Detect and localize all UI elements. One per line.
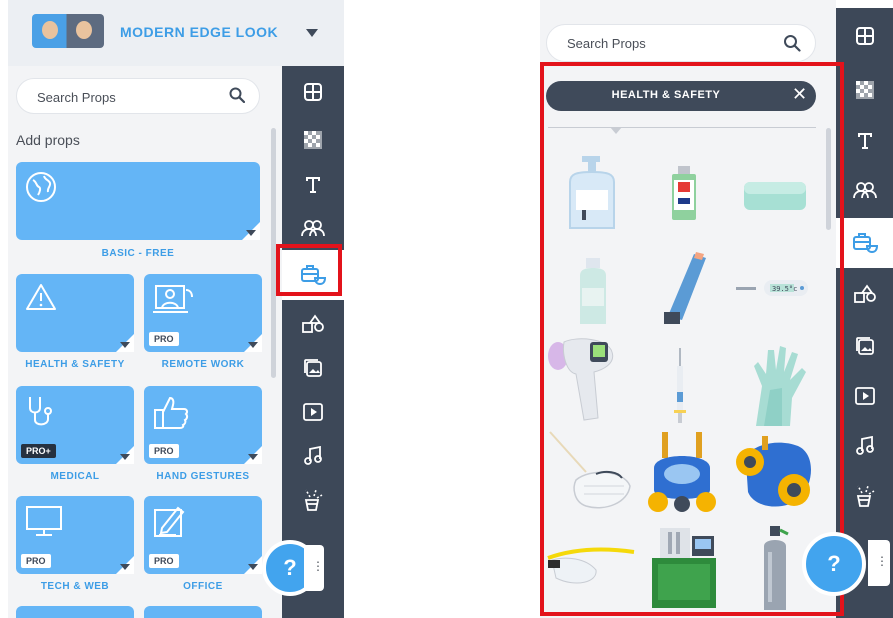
- category-label: OFFICE: [183, 581, 223, 592]
- help-more-tab[interactable]: ⋮: [868, 540, 890, 586]
- video-icon: [303, 403, 323, 421]
- monitor-icon: [26, 506, 62, 536]
- expand-icon[interactable]: [120, 342, 130, 348]
- video-icon: [854, 387, 875, 405]
- category-label: HEALTH & SAFETY: [25, 359, 125, 370]
- shapes-icon: [853, 284, 876, 303]
- sidebar-item-text[interactable]: [282, 162, 344, 206]
- expand-icon[interactable]: [120, 564, 130, 570]
- expand-icon[interactable]: [120, 454, 130, 460]
- search-input[interactable]: Search Props: [546, 24, 816, 62]
- document-pen-icon: [154, 506, 185, 537]
- thumbs-up-icon: [154, 396, 189, 429]
- remote-worker-icon: [153, 285, 193, 313]
- avatar-face: [42, 21, 58, 39]
- stethoscope-icon: [29, 397, 52, 426]
- category-card[interactable]: [144, 606, 262, 618]
- sidebar-item-music[interactable]: [836, 424, 893, 468]
- sidebar-item-images[interactable]: [836, 324, 893, 368]
- warning-icon: [26, 284, 56, 310]
- expand-icon[interactable]: [248, 454, 258, 460]
- sidebar-item-effects[interactable]: [836, 474, 893, 518]
- search-icon[interactable]: [783, 34, 801, 52]
- project-header[interactable]: MODERN EDGE LOOK: [8, 0, 344, 66]
- avatar[interactable]: [32, 14, 104, 48]
- category-card[interactable]: [16, 606, 134, 618]
- sidebar-item-props[interactable]: [836, 218, 893, 268]
- category-card-medical[interactable]: PRO+: [16, 386, 134, 464]
- sidebar-item-background[interactable]: [836, 68, 893, 112]
- highlight-box-props-panel: [540, 62, 844, 616]
- background-icon: [855, 81, 874, 99]
- sidebar-item-background[interactable]: [282, 118, 344, 162]
- pro-plus-badge: PRO+: [21, 444, 56, 458]
- text-icon: [306, 177, 320, 193]
- music-icon: [304, 446, 322, 465]
- sidebar-item-layout[interactable]: [282, 70, 344, 114]
- category-label: BASIC - FREE: [101, 248, 175, 259]
- props-icon: [852, 233, 878, 254]
- sidebar-item-video[interactable]: [282, 390, 344, 434]
- sidebar-item-layout[interactable]: [836, 14, 893, 58]
- category-label: REMOTE WORK: [161, 359, 245, 370]
- sidebar-item-video[interactable]: [836, 374, 893, 418]
- text-icon: [857, 133, 872, 149]
- help-more-tab[interactable]: ⋮: [304, 545, 324, 591]
- highlight-box-props-tool: [276, 244, 342, 296]
- music-icon: [855, 436, 874, 455]
- layout-icon: [304, 83, 322, 101]
- left-panel: MODERN EDGE LOOK Search Props Add props …: [8, 0, 344, 618]
- category-label: MEDICAL: [50, 471, 100, 482]
- chevron-down-icon[interactable]: [306, 29, 318, 37]
- tool-sidebar: [282, 66, 344, 618]
- effects-icon: [304, 489, 323, 511]
- category-card-tech-web[interactable]: PRO: [16, 496, 134, 574]
- props-panel: Search Props Add props BASIC - FREE HEAL…: [8, 66, 282, 618]
- globe-icon: [26, 172, 56, 202]
- layout-icon: [855, 27, 874, 45]
- expand-icon[interactable]: [248, 564, 258, 570]
- sidebar-item-shapes[interactable]: [282, 302, 344, 346]
- add-props-label: Add props: [16, 132, 80, 148]
- sidebar-item-characters[interactable]: [836, 168, 893, 212]
- pro-badge: PRO: [149, 332, 179, 346]
- sidebar-item-music[interactable]: [282, 434, 344, 478]
- category-label: TECH & WEB: [40, 581, 110, 592]
- images-icon: [855, 337, 874, 355]
- category-card-office[interactable]: PRO: [144, 496, 262, 574]
- expand-icon[interactable]: [246, 230, 256, 236]
- avatar-face: [76, 21, 92, 39]
- shapes-icon: [302, 314, 324, 333]
- search-input[interactable]: Search Props: [16, 78, 260, 114]
- sidebar-item-effects[interactable]: [282, 478, 344, 522]
- search-placeholder: Search Props: [37, 90, 116, 105]
- help-button[interactable]: ?: [802, 532, 866, 596]
- effects-icon: [856, 485, 874, 507]
- characters-icon: [852, 182, 877, 199]
- category-card-remote-work[interactable]: PRO: [144, 274, 262, 352]
- images-icon: [304, 359, 322, 377]
- more-icon: ⋮: [876, 554, 888, 568]
- category-card-health-safety[interactable]: [16, 274, 134, 352]
- category-card-basic-free[interactable]: [16, 162, 260, 240]
- more-icon: ⋮: [312, 559, 324, 573]
- sidebar-item-text[interactable]: [836, 118, 893, 162]
- sidebar-item-shapes[interactable]: [836, 272, 893, 316]
- sidebar-item-images[interactable]: [282, 346, 344, 390]
- pro-badge: PRO: [149, 444, 179, 458]
- search-icon[interactable]: [229, 87, 245, 103]
- category-card-hand-gestures[interactable]: PRO: [144, 386, 262, 464]
- tool-sidebar: [836, 8, 893, 618]
- pro-badge: PRO: [149, 554, 179, 568]
- expand-icon[interactable]: [248, 342, 258, 348]
- category-label: HAND GESTURES: [156, 471, 250, 482]
- pro-badge: PRO: [21, 554, 51, 568]
- characters-icon: [301, 220, 325, 237]
- background-icon: [304, 131, 322, 149]
- project-title[interactable]: MODERN EDGE LOOK: [120, 24, 278, 40]
- search-placeholder: Search Props: [567, 36, 646, 51]
